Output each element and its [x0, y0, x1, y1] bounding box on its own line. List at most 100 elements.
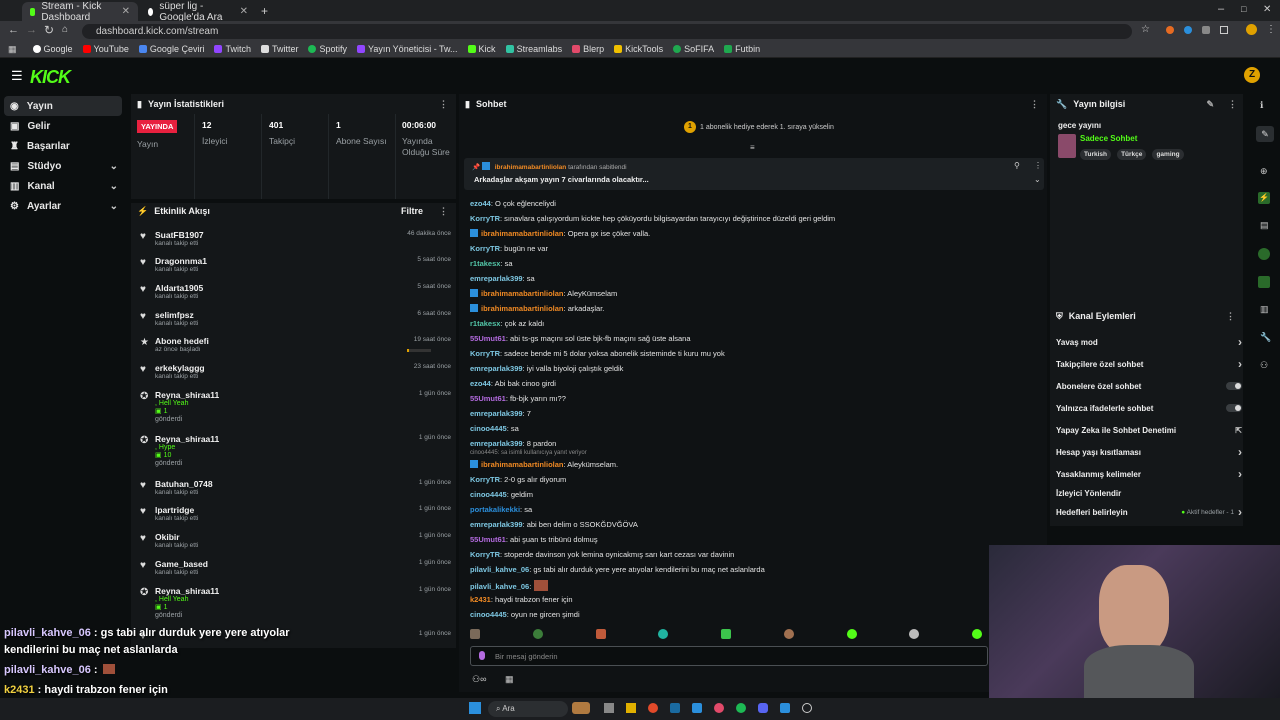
obs-icon[interactable] — [802, 703, 812, 713]
bookmark-item[interactable]: Yayın Yöneticisi - Tw... — [357, 44, 458, 54]
spotify-icon[interactable] — [736, 703, 746, 713]
channel-action-item[interactable]: Hesap yaşı kısıtlaması › — [1056, 445, 1242, 459]
chat-username[interactable]: 55Umut61 — [470, 535, 506, 544]
bookmark-item[interactable]: Google — [32, 44, 73, 54]
activity-event[interactable]: ♥ Aldarta1905 kanalı takip etti 5 saat önce — [131, 283, 451, 307]
bookmark-item[interactable]: KickTools — [614, 44, 663, 54]
activity-event[interactable]: ♥ Game_based kanalı takip etti 1 gün önce — [131, 559, 451, 583]
chat-message[interactable]: ibrahimamabartinliolan: Aleykümselam. — [470, 460, 618, 469]
bookmark-star-icon[interactable]: ☆ — [1141, 24, 1150, 35]
more-options-icon[interactable]: ⋮ — [1228, 99, 1237, 110]
activity-event[interactable]: ✪ Reyna_shiraa11, Hype ▣ 10 gönderdi 1 gün ö… — [131, 434, 451, 467]
maximize-icon[interactable]: □ — [1241, 4, 1246, 14]
chat-message[interactable]: emreparlak399: sa — [470, 274, 535, 283]
more-options-icon[interactable]: ⋮ — [1034, 161, 1042, 170]
category-thumbnail[interactable] — [1058, 134, 1076, 158]
bookmark-item[interactable]: Futbin — [724, 44, 760, 54]
chat-message[interactable]: KorryTR: 2-0 gs alır diyorum — [470, 475, 566, 484]
bookmark-item[interactable]: Twitch — [214, 44, 251, 54]
chat-message[interactable]: KorryTR: sadece bende mi 5 dolar yoksa a… — [470, 349, 725, 358]
chat-message[interactable]: r1takesx: çok az kaldı — [470, 319, 544, 328]
more-options-icon[interactable]: ⋮ — [1030, 99, 1039, 110]
taskbar-app-icon[interactable] — [714, 703, 724, 713]
collapse-icon[interactable]: ≡ — [750, 143, 755, 152]
chat-username[interactable]: pilavli_kahve_06 — [470, 565, 529, 574]
emote-icon[interactable] — [783, 629, 794, 639]
chat-username[interactable]: r1takesx — [470, 319, 500, 328]
info-icon[interactable]: ℹ — [1260, 100, 1263, 111]
chat-message[interactable]: ibrahimamabartinliolan: arkadaşlar. — [470, 304, 604, 313]
new-tab-icon[interactable]: + — [261, 4, 268, 18]
chat-username[interactable]: emreparlak399 — [470, 520, 523, 529]
user-avatar[interactable]: Z — [1244, 67, 1260, 83]
chat-username[interactable]: k2431 — [470, 595, 491, 604]
chat-message[interactable]: cinoo4445: sa — [470, 424, 519, 433]
activity-event[interactable]: ♥ Batuhan_0748 kanalı takip etti 1 gün önce — [131, 479, 451, 503]
more-options-icon[interactable]: ⋮ — [439, 206, 448, 217]
chat-username[interactable]: ezo44 — [470, 199, 491, 208]
lightning-icon[interactable]: ⚡ — [1258, 192, 1270, 204]
chat-username[interactable]: KorryTR — [470, 550, 500, 559]
forward-icon[interactable]: → — [26, 24, 37, 36]
reply-context[interactable]: cinoo4445: sa isimli kullanıcıya yanıt v… — [470, 450, 587, 456]
chat-username[interactable]: KorryTR — [470, 244, 500, 253]
steam-icon[interactable] — [670, 703, 680, 713]
chat-username[interactable]: pilavli_kahve_06 — [470, 582, 529, 591]
link-icon[interactable] — [1258, 276, 1270, 288]
chat-message[interactable]: ibrahimamabartinliolan: Opera gx ise çök… — [470, 229, 650, 238]
minimize-icon[interactable]: – — [1218, 3, 1224, 15]
activity-event[interactable]: ✪ Reyna_shiraa11, Hell Yeah ▣ 1 gönderdi 1 g… — [131, 586, 451, 619]
apps-grid-icon[interactable]: ▦ — [8, 44, 17, 55]
chat-username[interactable]: ibrahimamabartinliolan — [481, 289, 564, 298]
gift-sub-banner[interactable]: 1 1 abonelik hediye ederek 1. sıraya yük… — [684, 121, 834, 133]
tag[interactable]: gaming — [1152, 149, 1184, 160]
sidebar-item-kanal[interactable]: ▥ Kanal ⌄ — [0, 176, 128, 196]
chat-message[interactable]: ibrahimamabartinliolan: AleyKümselam — [470, 289, 617, 298]
page-icon[interactable]: ▤ — [1260, 220, 1269, 231]
channel-action-item[interactable]: Yalnızca ifadelerle sohbet — [1056, 402, 1242, 414]
filter-button[interactable]: Filtre — [401, 206, 423, 216]
chat-username[interactable]: r1takesx — [470, 259, 500, 268]
emote-icon[interactable] — [909, 629, 920, 639]
chat-message[interactable]: 55Umut61: abi şuan ts tribünü dolmuş — [470, 535, 598, 544]
chat-username[interactable]: emreparlak399 — [470, 409, 523, 418]
emote-icon[interactable] — [658, 629, 669, 639]
kick-logo[interactable]: KICK — [30, 67, 71, 88]
activity-event[interactable]: ♥ SuatFB1907 kanalı takip etti 46 dakika ön… — [131, 230, 451, 254]
close-tab-icon[interactable]: ✕ — [240, 6, 248, 17]
activity-event[interactable]: ♥ lpartridge kanalı takip etti 1 gün önce — [131, 505, 451, 529]
channel-action-item[interactable]: Abonelere özel sohbet — [1056, 380, 1242, 392]
tab-google-search[interactable]: süper lig - Google'da Ara ✕ — [140, 1, 256, 23]
edit-icon[interactable]: ✎ — [1206, 99, 1214, 110]
emote-icon[interactable] — [721, 629, 731, 639]
channel-action-item[interactable]: Takipçilere özel sohbet › — [1056, 357, 1242, 371]
emote-icon[interactable] — [595, 629, 606, 639]
activity-event[interactable]: ✪ Reyna_shiraa11, Hell Yeah ▣ 1 gönderdi 1 g… — [131, 390, 451, 423]
profile-avatar-icon[interactable] — [1246, 24, 1257, 35]
chat-message[interactable]: r1takesx: sa — [470, 259, 513, 268]
sidebar-item-gelir[interactable]: ▣ Gelir — [0, 116, 128, 136]
hamburger-menu-icon[interactable]: ☰ — [11, 68, 23, 84]
channel-action-item[interactable]: Yavaş mod › — [1056, 335, 1242, 349]
file-explorer-icon[interactable] — [626, 703, 636, 713]
channel-action-item[interactable]: Hedefleri belirleyin ● Aktif hedefler - 1… — [1056, 505, 1242, 519]
windows-start-icon[interactable] — [469, 702, 481, 714]
chat-bubble-icon[interactable] — [1258, 248, 1270, 260]
chat-message[interactable]: ezo44: O çok eğlenceliydi — [470, 199, 556, 208]
chat-message[interactable]: KorryTR: sınavlara çalışıyordum kickte h… — [470, 214, 835, 223]
toggle-switch[interactable] — [1226, 404, 1242, 412]
bookmark-item[interactable]: SoFIFA — [673, 44, 714, 54]
toggle-switch[interactable] — [1226, 382, 1242, 390]
bookmark-item[interactable]: Kick — [467, 44, 496, 54]
chevron-down-icon[interactable]: ⌄ — [1034, 175, 1041, 184]
browser-menu-icon[interactable]: ⋮ — [1266, 24, 1276, 35]
chat-message[interactable]: portakalikekki: sa — [470, 505, 532, 514]
more-options-icon[interactable]: ⋮ — [439, 99, 448, 110]
taskbar-app-icon[interactable] — [604, 703, 614, 713]
chat-message[interactable]: k2431: haydi trabzon fener için — [470, 595, 573, 604]
chat-username[interactable]: ibrahimamabartinliolan — [481, 460, 564, 469]
activity-event[interactable]: ★ Abone hedefi az önce başladı 19 saat önce — [131, 336, 451, 360]
taskbar-search[interactable]: ⌕ Ara — [488, 701, 568, 717]
chat-message[interactable]: ezo44: Abi bak cinoo girdi — [470, 379, 556, 388]
chat-username[interactable]: cinoo4445 — [470, 424, 507, 433]
